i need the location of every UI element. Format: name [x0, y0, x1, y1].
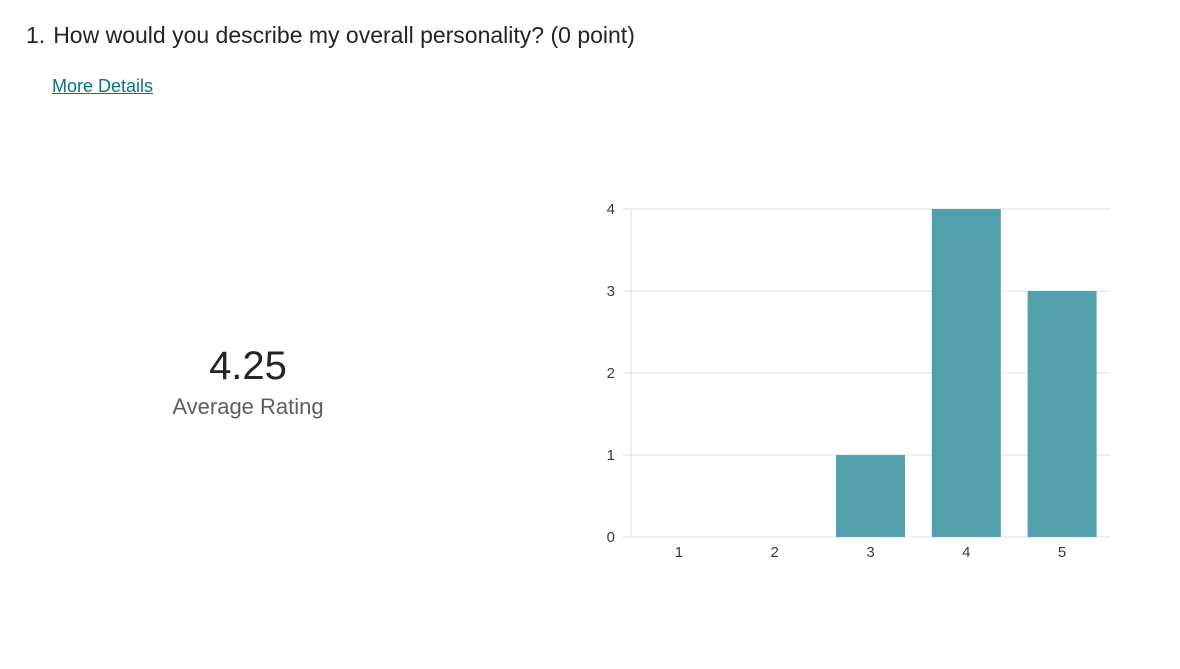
- x-tick-label: 5: [1058, 544, 1066, 561]
- bar-rating-5: [1027, 291, 1097, 537]
- y-tick-label: 2: [607, 365, 615, 382]
- y-tick-label: 0: [607, 529, 615, 546]
- bar-rating-4: [931, 209, 1001, 537]
- x-tick-label: 4: [962, 544, 970, 561]
- y-tick-label: 1: [607, 447, 615, 464]
- y-tick-label: 4: [607, 201, 615, 218]
- question-number: 1.: [26, 22, 46, 48]
- average-rating-label: Average Rating: [172, 394, 324, 419]
- average-rating-value: 4.25: [209, 344, 287, 388]
- x-tick-label: 2: [771, 544, 779, 561]
- rating-bar-chart: 0 1 2 3 4 1 2 3 4 5: [607, 201, 1110, 561]
- rating-summary: 4.25 Average Rating: [148, 342, 348, 422]
- question-text: How would you describe my overall person…: [53, 22, 635, 48]
- more-details-link[interactable]: More Details: [52, 74, 153, 98]
- question-title: 1. How would you describe my overall pers…: [26, 20, 635, 50]
- x-tick-label: 3: [866, 544, 874, 561]
- x-tick-label: 1: [675, 544, 683, 561]
- bar-rating-3: [836, 455, 905, 537]
- y-tick-label: 3: [607, 283, 615, 300]
